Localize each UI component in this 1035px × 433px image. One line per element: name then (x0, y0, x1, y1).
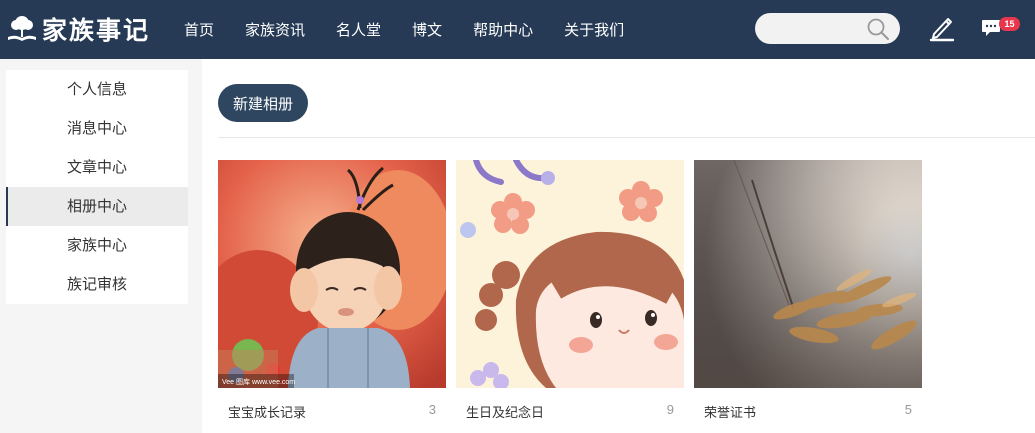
divider (218, 137, 1035, 138)
user-sidebar: 个人信息 消息中心 文章中心 相册中心 家族中心 族记审核 (6, 70, 188, 304)
album-cover-cartoon-girl[interactable] (456, 160, 684, 388)
nav-family-news[interactable]: 家族资讯 (245, 19, 305, 40)
sidebar-item-message-center[interactable]: 消息中心 (6, 109, 188, 148)
album-photo-count: 3 (428, 402, 436, 417)
photo-watermark: Vee 图库 www.vee.com (222, 377, 295, 386)
logo-text: 家族事记 (42, 16, 151, 45)
nav-home[interactable]: 首页 (184, 19, 214, 40)
search-icon[interactable] (866, 17, 890, 41)
sidebar-item-review[interactable]: 族记审核 (6, 265, 188, 304)
nav-about-us[interactable]: 关于我们 (564, 19, 624, 40)
messages-button[interactable]: 15 (981, 16, 1021, 42)
album-meta: 宝宝成长记录 3 (218, 388, 446, 432)
album-photo-count: 9 (666, 402, 674, 417)
album-panel: 新建相册 Vee 图库 www.vee.com 宝宝成长记录 3 生日及纪念日 … (202, 59, 1035, 433)
top-navbar: 家族事记 首页 家族资讯 名人堂 博文 帮助中心 关于我们 15 (0, 0, 1035, 59)
album-card[interactable]: Vee 图库 www.vee.com 宝宝成长记录 3 (218, 160, 446, 432)
album-meta: 荣誉证书 5 (694, 388, 922, 432)
nav-blog[interactable]: 博文 (412, 19, 442, 40)
search-input[interactable] (769, 19, 869, 38)
message-count-badge: 15 (999, 17, 1020, 31)
nav-help-center[interactable]: 帮助中心 (473, 19, 533, 40)
sidebar-item-article-center[interactable]: 文章中心 (6, 148, 188, 187)
new-album-button[interactable]: 新建相册 (218, 84, 308, 122)
album-name[interactable]: 宝宝成长记录 (228, 402, 306, 421)
album-cover-grass-photo[interactable] (694, 160, 922, 388)
site-logo[interactable]: 家族事记 (6, 12, 150, 46)
album-meta: 生日及纪念日 9 (456, 388, 684, 432)
chat-bubble-icon (982, 20, 1000, 36)
album-card[interactable]: 生日及纪念日 9 (456, 160, 684, 432)
album-photo-count: 5 (904, 402, 912, 417)
album-card[interactable]: 荣誉证书 5 (694, 160, 922, 432)
nav-hall-of-fame[interactable]: 名人堂 (336, 19, 381, 40)
album-name[interactable]: 生日及纪念日 (466, 402, 544, 421)
sidebar-item-album-center[interactable]: 相册中心 (6, 187, 188, 226)
main-nav: 首页 家族资讯 名人堂 博文 帮助中心 关于我们 (184, 0, 655, 59)
tree-book-logo-icon (8, 16, 36, 41)
album-cover-baby-photo[interactable]: Vee 图库 www.vee.com (218, 160, 446, 388)
sidebar-item-family-center[interactable]: 家族中心 (6, 226, 188, 265)
sidebar-item-personal-info[interactable]: 个人信息 (6, 70, 188, 109)
album-name[interactable]: 荣誉证书 (704, 402, 756, 421)
write-pen-icon[interactable] (929, 15, 955, 42)
